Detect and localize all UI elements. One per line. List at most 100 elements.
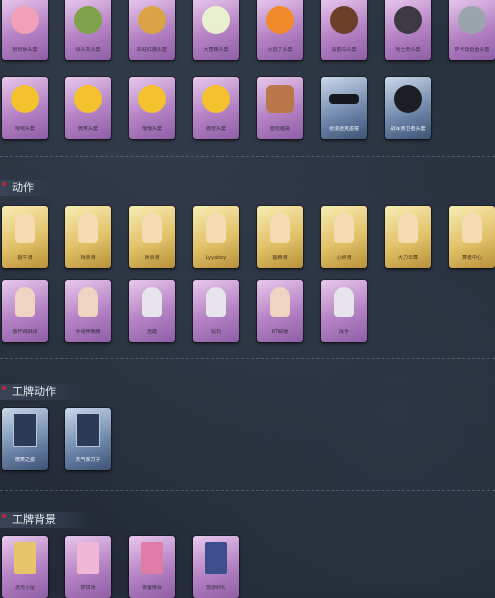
pose-icon	[391, 210, 425, 246]
section-divider	[0, 490, 495, 492]
dazed-emoji-mask-icon	[135, 81, 169, 117]
item-caption: 痛苦头套	[205, 126, 226, 132]
horse-mask-icon	[327, 2, 361, 38]
pain-emoji-mask-icon	[199, 81, 233, 117]
item-tile[interactable]: 萨卡斑斑鱼头套	[449, 0, 495, 60]
item-caption: 黑鹤马头套	[331, 47, 357, 53]
pose-icon	[263, 284, 297, 320]
item-caption: 夜萤晚会	[141, 585, 162, 591]
item-caption: 连踏	[146, 329, 157, 335]
pose-icon	[135, 210, 169, 246]
item-tile[interactable]: 相亲骑	[65, 206, 111, 268]
item-tile[interactable]: 微笑之姿	[2, 408, 48, 470]
card-background-icon	[71, 540, 105, 576]
item-tile[interactable]: 火焰了头套	[257, 0, 303, 60]
item-tile[interactable]: 微笑头套	[65, 77, 111, 139]
flame-mask-icon	[263, 2, 297, 38]
section-title-text: 工牌动作	[12, 385, 56, 398]
item-caption: 流光小屋	[14, 585, 35, 591]
item-caption: 挥手	[338, 329, 349, 335]
scallion-mask-icon	[199, 2, 233, 38]
item-caption: 天气家刀子	[75, 457, 101, 463]
item-tile[interactable]: 面包脑袋	[257, 77, 303, 139]
pose-icon	[199, 284, 233, 320]
item-caption: 萨卡斑斑鱼头套	[454, 47, 490, 53]
card-background-icon	[199, 540, 233, 576]
item-tile[interactable]: 连踏	[129, 280, 175, 342]
bullet-icon	[2, 182, 6, 186]
item-caption: 面包脑袋	[269, 126, 290, 132]
deer-mask-icon	[135, 2, 169, 38]
section-title-card-backgrounds: 工牌背景	[0, 512, 90, 528]
bread-mask-icon	[263, 81, 297, 117]
item-tile[interactable]: 张漫迷克墨镜	[321, 77, 367, 139]
fish-mask-icon	[455, 2, 489, 38]
item-tile[interactable]: 钻石	[193, 280, 239, 342]
husky-mask-icon	[391, 2, 425, 38]
sunglasses-icon	[327, 81, 361, 117]
item-tile[interactable]: 大力伞舞	[385, 206, 431, 268]
item-caption: 悠游照礼	[205, 585, 226, 591]
item-tile[interactable]: 翻腾骑	[257, 206, 303, 268]
item-tile[interactable]: 挥手	[321, 280, 367, 342]
pose-icon	[327, 210, 361, 246]
item-caption: 翻午骑	[17, 255, 33, 261]
item-tile[interactable]: 懵懵头套	[129, 77, 175, 139]
pose-icon	[135, 284, 169, 320]
item-tile[interactable]: 大葱精头套	[193, 0, 239, 60]
item-tile[interactable]: 绿头发头套	[65, 0, 111, 60]
item-tile[interactable]: 彩贴红鹿头套	[129, 0, 175, 60]
item-tile[interactable]: 哈士奇头套	[385, 0, 431, 60]
item-tile[interactable]: 悠游照礼	[193, 536, 239, 598]
pose-icon	[455, 210, 489, 246]
item-caption: Lyyaboy	[205, 255, 227, 261]
item-caption: 微笑之姿	[14, 457, 35, 463]
item-tile[interactable]: 嘻嘻头套	[2, 77, 48, 139]
item-tile[interactable]: 舞者中心	[449, 206, 495, 268]
item-tile[interactable]: 天气家刀子	[65, 408, 111, 470]
item-tile[interactable]: Lyyaboy	[193, 206, 239, 268]
item-tile[interactable]: 流光小屋	[2, 536, 48, 598]
card-background-icon	[8, 540, 42, 576]
item-caption: 绿头发头套	[75, 47, 101, 53]
item-tile[interactable]: 娇贤骑	[129, 206, 175, 268]
helmet-mask-icon	[391, 81, 425, 117]
item-tile[interactable]: KT联播	[257, 280, 303, 342]
green-head-mask-icon	[71, 2, 105, 38]
item-tile[interactable]: 摇杆跳跳球	[2, 280, 48, 342]
pose-icon	[263, 210, 297, 246]
pose-icon	[8, 284, 42, 320]
item-tile[interactable]: 夜萤晚会	[129, 536, 175, 598]
item-caption: 哈士奇头套	[395, 47, 421, 53]
item-tile[interactable]: 手语伸懒腰	[65, 280, 111, 342]
section-title-card-actions: 工牌动作	[0, 384, 90, 400]
item-tile[interactable]: 痛苦头套	[193, 77, 239, 139]
item-caption: 大葱精头套	[203, 47, 229, 53]
grin-emoji-mask-icon	[8, 81, 42, 117]
pose-icon	[199, 210, 233, 246]
pose-icon	[327, 284, 361, 320]
section-title-actions: 动作	[0, 180, 72, 196]
item-caption: 张漫迷克墨镜	[328, 126, 359, 132]
smile-emoji-mask-icon	[71, 81, 105, 117]
item-caption: 心醉骑	[336, 255, 352, 261]
item-caption: 翻腾骑	[272, 255, 288, 261]
card-pose-icon	[8, 412, 42, 448]
item-caption: KT联播	[272, 329, 288, 335]
item-tile[interactable]: 粉粉豚头套	[2, 0, 48, 60]
item-caption: 相亲骑	[80, 255, 96, 261]
item-tile[interactable]: 黑鹤马头套	[321, 0, 367, 60]
item-caption: 粉粉豚头套	[12, 47, 38, 53]
item-caption: 微笑头套	[77, 126, 98, 132]
item-caption: 大力伞舞	[397, 255, 418, 261]
item-tile[interactable]: 翻午骑	[2, 206, 48, 268]
item-caption: 摇杆跳跳球	[12, 329, 38, 335]
item-tile[interactable]: 梦境场	[65, 536, 111, 598]
section-title-text: 工牌背景	[12, 513, 56, 526]
pose-icon	[71, 284, 105, 320]
item-tile[interactable]: 心醉骑	[321, 206, 367, 268]
section-divider	[0, 358, 495, 360]
item-caption: 战军亲卫者头套	[390, 126, 426, 132]
item-tile[interactable]: 战军亲卫者头套	[385, 77, 431, 139]
card-background-icon	[135, 540, 169, 576]
